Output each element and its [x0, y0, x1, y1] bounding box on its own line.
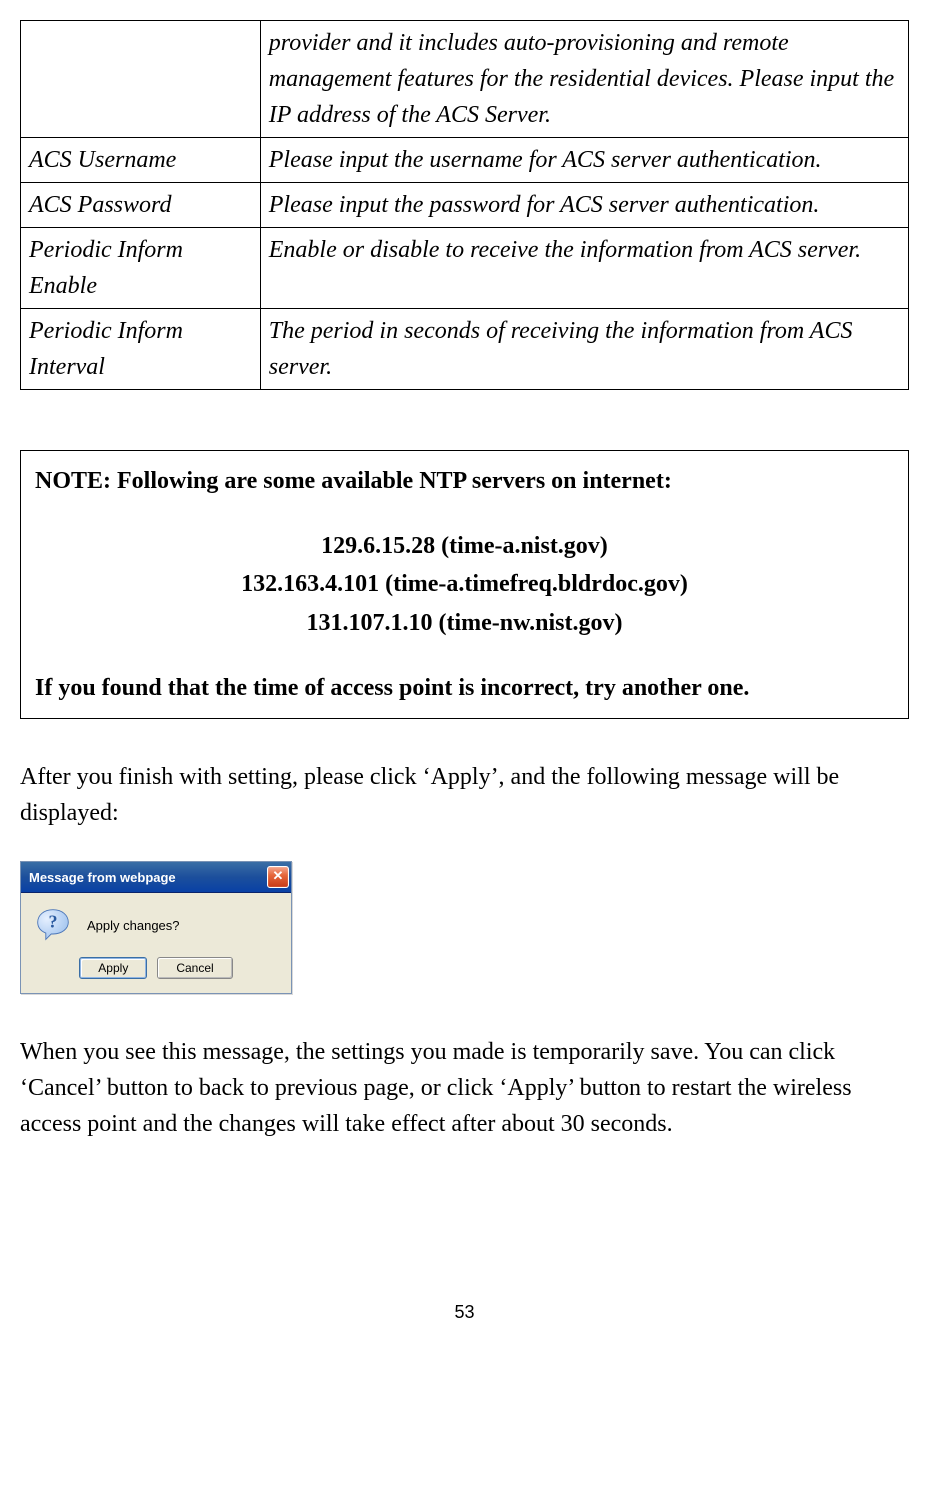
question-icon: ?	[35, 907, 71, 943]
confirmation-dialog: Message from webpage ✕ ? Apply changes? …	[20, 861, 292, 994]
dialog-message: Apply changes?	[87, 918, 180, 933]
table-row: ACS Username Please input the username f…	[21, 138, 909, 183]
param-label: Periodic Inform Interval	[21, 309, 261, 390]
note-footer: If you found that the time of access poi…	[35, 670, 894, 706]
param-label: ACS Username	[21, 138, 261, 183]
table-row: ACS Password Please input the password f…	[21, 183, 909, 228]
table-row: Periodic Inform Interval The period in s…	[21, 309, 909, 390]
dialog-titlebar: Message from webpage ✕	[21, 862, 291, 893]
cancel-button[interactable]: Cancel	[157, 957, 232, 979]
table-row: provider and it includes auto-provisioni…	[21, 21, 909, 138]
param-label: Periodic Inform Enable	[21, 228, 261, 309]
note-heading: NOTE: Following are some available NTP s…	[35, 463, 894, 499]
param-desc: provider and it includes auto-provisioni…	[260, 21, 908, 138]
svg-text:?: ?	[49, 912, 58, 932]
paragraph-before-dialog: After you finish with setting, please cl…	[20, 759, 909, 831]
paragraph-after-dialog: When you see this message, the settings …	[20, 1034, 909, 1142]
param-desc: Enable or disable to receive the informa…	[260, 228, 908, 309]
param-desc: Please input the username for ACS server…	[260, 138, 908, 183]
param-label	[21, 21, 261, 138]
ntp-server-1: 129.6.15.28 (time-a.nist.gov)	[35, 527, 894, 565]
dialog-title: Message from webpage	[29, 870, 176, 885]
ntp-server-3: 131.107.1.10 (time-nw.nist.gov)	[35, 604, 894, 642]
ntp-server-2: 132.163.4.101 (time-a.timefreq.bldrdoc.g…	[35, 565, 894, 603]
note-box: NOTE: Following are some available NTP s…	[20, 450, 909, 719]
close-icon[interactable]: ✕	[267, 866, 289, 888]
param-label: ACS Password	[21, 183, 261, 228]
page-number: 53	[20, 1302, 909, 1323]
apply-button[interactable]: Apply	[79, 957, 147, 979]
parameters-table: provider and it includes auto-provisioni…	[20, 20, 909, 390]
param-desc: Please input the password for ACS server…	[260, 183, 908, 228]
table-row: Periodic Inform Enable Enable or disable…	[21, 228, 909, 309]
param-desc: The period in seconds of receiving the i…	[260, 309, 908, 390]
